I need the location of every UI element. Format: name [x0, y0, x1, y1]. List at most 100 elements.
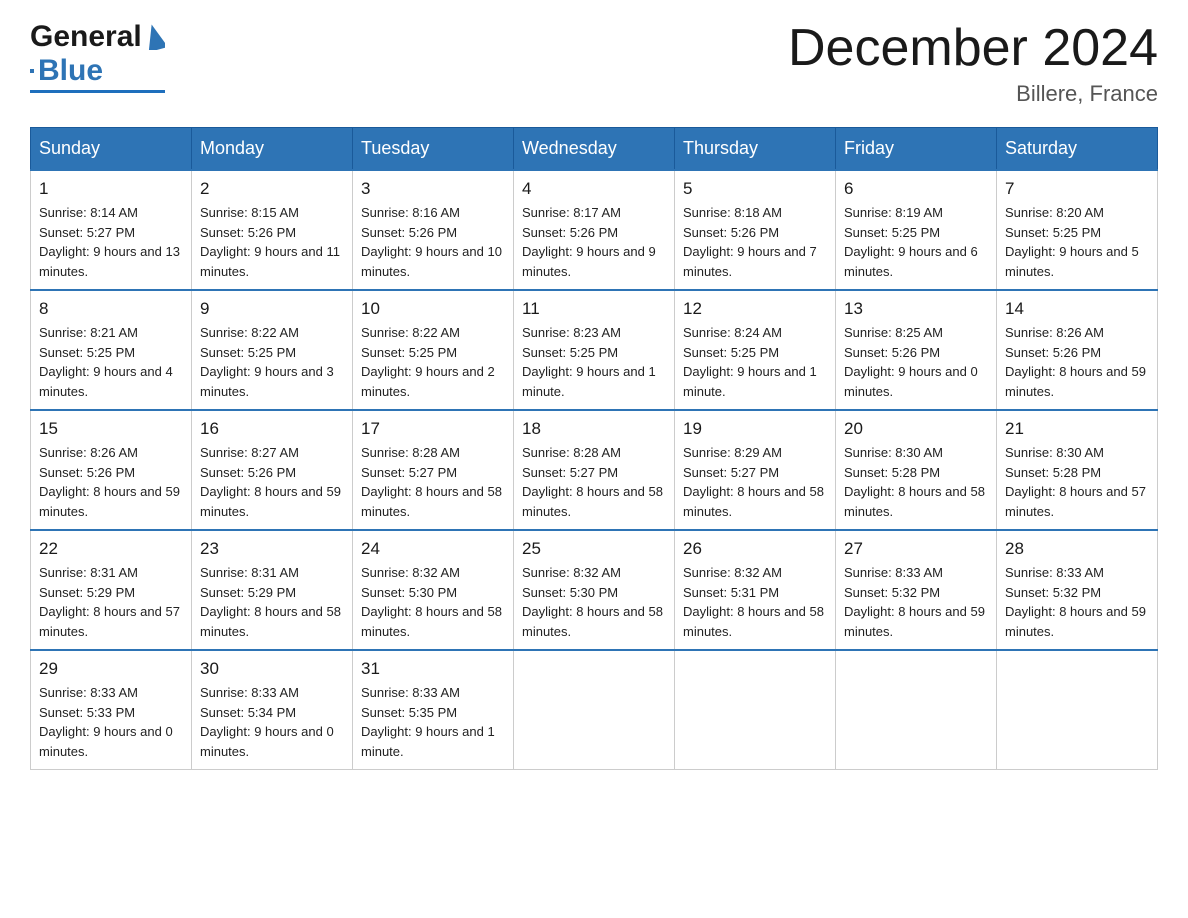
header-thursday: Thursday [675, 128, 836, 171]
day-info: Sunrise: 8:28 AMSunset: 5:27 PMDaylight:… [361, 443, 505, 521]
day-info: Sunrise: 8:18 AMSunset: 5:26 PMDaylight:… [683, 203, 827, 281]
calendar-cell: 15 Sunrise: 8:26 AMSunset: 5:26 PMDayligh… [31, 410, 192, 530]
week-row-1: 1Sunrise: 8:14 AMSunset: 5:27 PMDaylight… [31, 170, 1158, 290]
day-info: Sunrise: 8:16 AMSunset: 5:26 PMDaylight:… [361, 203, 505, 281]
day-number: 21 [1005, 419, 1149, 439]
calendar-cell: 13 Sunrise: 8:25 AMSunset: 5:26 PMDayligh… [836, 290, 997, 410]
day-info: Sunrise: 8:25 AMSunset: 5:26 PMDaylight:… [844, 323, 988, 401]
calendar-cell: 7 Sunrise: 8:20 AMSunset: 5:25 PMDaylight… [997, 170, 1158, 290]
calendar-cell: 14Sunrise: 8:26 AMSunset: 5:26 PMDayligh… [997, 290, 1158, 410]
calendar-cell: 31 Sunrise: 8:33 AMSunset: 5:35 PMDayligh… [353, 650, 514, 770]
calendar-cell: 26 Sunrise: 8:32 AMSunset: 5:31 PMDayligh… [675, 530, 836, 650]
day-info: Sunrise: 8:30 AMSunset: 5:28 PMDaylight:… [1005, 443, 1149, 521]
calendar-cell: 3 Sunrise: 8:16 AMSunset: 5:26 PMDaylight… [353, 170, 514, 290]
day-number: 17 [361, 419, 505, 439]
calendar-cell: 8Sunrise: 8:21 AMSunset: 5:25 PMDaylight… [31, 290, 192, 410]
day-number: 24 [361, 539, 505, 559]
day-number: 25 [522, 539, 666, 559]
calendar-cell: 25 Sunrise: 8:32 AMSunset: 5:30 PMDayligh… [514, 530, 675, 650]
calendar-cell: 18 Sunrise: 8:28 AMSunset: 5:27 PMDayligh… [514, 410, 675, 530]
header-tuesday: Tuesday [353, 128, 514, 171]
day-number: 30 [200, 659, 344, 679]
day-info: Sunrise: 8:29 AMSunset: 5:27 PMDaylight:… [683, 443, 827, 521]
day-number: 23 [200, 539, 344, 559]
day-info: Sunrise: 8:33 AMSunset: 5:32 PMDaylight:… [844, 563, 988, 641]
day-info: Sunrise: 8:33 AMSunset: 5:34 PMDaylight:… [200, 683, 344, 761]
day-info: Sunrise: 8:22 AMSunset: 5:25 PMDaylight:… [200, 323, 344, 401]
day-info: Sunrise: 8:32 AMSunset: 5:30 PMDaylight:… [361, 563, 505, 641]
location: Billere, France [788, 81, 1158, 107]
day-info: Sunrise: 8:15 AMSunset: 5:26 PMDaylight:… [200, 203, 344, 281]
header-friday: Friday [836, 128, 997, 171]
day-number: 29 [39, 659, 183, 679]
calendar-cell: 24 Sunrise: 8:32 AMSunset: 5:30 PMDayligh… [353, 530, 514, 650]
month-title: December 2024 [788, 20, 1158, 77]
calendar-cell: 2 Sunrise: 8:15 AMSunset: 5:26 PMDaylight… [192, 170, 353, 290]
day-info: Sunrise: 8:23 AMSunset: 5:25 PMDaylight:… [522, 323, 666, 401]
day-number: 8 [39, 299, 183, 319]
day-number: 18 [522, 419, 666, 439]
day-number: 6 [844, 179, 988, 199]
page-header: General Blue December 2024 Billere, Fran… [30, 20, 1158, 107]
logo-underline [30, 90, 165, 93]
calendar-cell: 20Sunrise: 8:30 AMSunset: 5:28 PMDayligh… [836, 410, 997, 530]
calendar-cell: 21 Sunrise: 8:30 AMSunset: 5:28 PMDayligh… [997, 410, 1158, 530]
day-info: Sunrise: 8:24 AMSunset: 5:25 PMDaylight:… [683, 323, 827, 401]
calendar-cell: 16Sunrise: 8:27 AMSunset: 5:26 PMDayligh… [192, 410, 353, 530]
day-number: 11 [522, 299, 666, 319]
day-number: 7 [1005, 179, 1149, 199]
calendar-cell [675, 650, 836, 770]
calendar-cell [514, 650, 675, 770]
day-info: Sunrise: 8:32 AMSunset: 5:30 PMDaylight:… [522, 563, 666, 641]
week-row-2: 8Sunrise: 8:21 AMSunset: 5:25 PMDaylight… [31, 290, 1158, 410]
week-row-5: 29 Sunrise: 8:33 AMSunset: 5:33 PMDayligh… [31, 650, 1158, 770]
calendar-cell: 1Sunrise: 8:14 AMSunset: 5:27 PMDaylight… [31, 170, 192, 290]
day-info: Sunrise: 8:33 AMSunset: 5:32 PMDaylight:… [1005, 563, 1149, 641]
day-number: 26 [683, 539, 827, 559]
day-number: 2 [200, 179, 344, 199]
calendar-cell [997, 650, 1158, 770]
calendar-cell: 23 Sunrise: 8:31 AMSunset: 5:29 PMDayligh… [192, 530, 353, 650]
calendar-cell: 5 Sunrise: 8:18 AMSunset: 5:26 PMDaylight… [675, 170, 836, 290]
logo: General Blue [30, 20, 165, 93]
day-number: 13 [844, 299, 988, 319]
calendar-cell: 27 Sunrise: 8:33 AMSunset: 5:32 PMDayligh… [836, 530, 997, 650]
day-info: Sunrise: 8:14 AMSunset: 5:27 PMDaylight:… [39, 203, 183, 281]
day-number: 27 [844, 539, 988, 559]
header-saturday: Saturday [997, 128, 1158, 171]
day-info: Sunrise: 8:19 AMSunset: 5:25 PMDaylight:… [844, 203, 988, 281]
day-number: 28 [1005, 539, 1149, 559]
day-number: 5 [683, 179, 827, 199]
day-info: Sunrise: 8:22 AMSunset: 5:25 PMDaylight:… [361, 323, 505, 401]
title-section: December 2024 Billere, France [788, 20, 1158, 107]
day-number: 3 [361, 179, 505, 199]
logo-blue-text: Blue [38, 54, 103, 88]
day-info: Sunrise: 8:31 AMSunset: 5:29 PMDaylight:… [39, 563, 183, 641]
day-info: Sunrise: 8:31 AMSunset: 5:29 PMDaylight:… [200, 563, 344, 641]
calendar-cell: 9 Sunrise: 8:22 AMSunset: 5:25 PMDaylight… [192, 290, 353, 410]
day-number: 31 [361, 659, 505, 679]
calendar-cell: 30 Sunrise: 8:33 AMSunset: 5:34 PMDayligh… [192, 650, 353, 770]
day-info: Sunrise: 8:26 AMSunset: 5:26 PMDaylight:… [39, 443, 183, 521]
day-number: 16 [200, 419, 344, 439]
week-row-4: 22Sunrise: 8:31 AMSunset: 5:29 PMDayligh… [31, 530, 1158, 650]
day-info: Sunrise: 8:28 AMSunset: 5:27 PMDaylight:… [522, 443, 666, 521]
day-number: 9 [200, 299, 344, 319]
calendar-cell: 6 Sunrise: 8:19 AMSunset: 5:25 PMDaylight… [836, 170, 997, 290]
day-info: Sunrise: 8:32 AMSunset: 5:31 PMDaylight:… [683, 563, 827, 641]
day-info: Sunrise: 8:26 AMSunset: 5:26 PMDaylight:… [1005, 323, 1149, 401]
day-number: 15 [39, 419, 183, 439]
day-number: 4 [522, 179, 666, 199]
day-info: Sunrise: 8:17 AMSunset: 5:26 PMDaylight:… [522, 203, 666, 281]
day-info: Sunrise: 8:33 AMSunset: 5:35 PMDaylight:… [361, 683, 505, 761]
day-info: Sunrise: 8:30 AMSunset: 5:28 PMDaylight:… [844, 443, 988, 521]
day-info: Sunrise: 8:20 AMSunset: 5:25 PMDaylight:… [1005, 203, 1149, 281]
calendar-cell: 17 Sunrise: 8:28 AMSunset: 5:27 PMDayligh… [353, 410, 514, 530]
day-number: 10 [361, 299, 505, 319]
calendar-cell: 4 Sunrise: 8:17 AMSunset: 5:26 PMDaylight… [514, 170, 675, 290]
calendar-cell: 28 Sunrise: 8:33 AMSunset: 5:32 PMDayligh… [997, 530, 1158, 650]
day-info: Sunrise: 8:33 AMSunset: 5:33 PMDaylight:… [39, 683, 183, 761]
calendar-cell: 10 Sunrise: 8:22 AMSunset: 5:25 PMDayligh… [353, 290, 514, 410]
week-row-3: 15 Sunrise: 8:26 AMSunset: 5:26 PMDayligh… [31, 410, 1158, 530]
calendar-cell: 11 Sunrise: 8:23 AMSunset: 5:25 PMDayligh… [514, 290, 675, 410]
